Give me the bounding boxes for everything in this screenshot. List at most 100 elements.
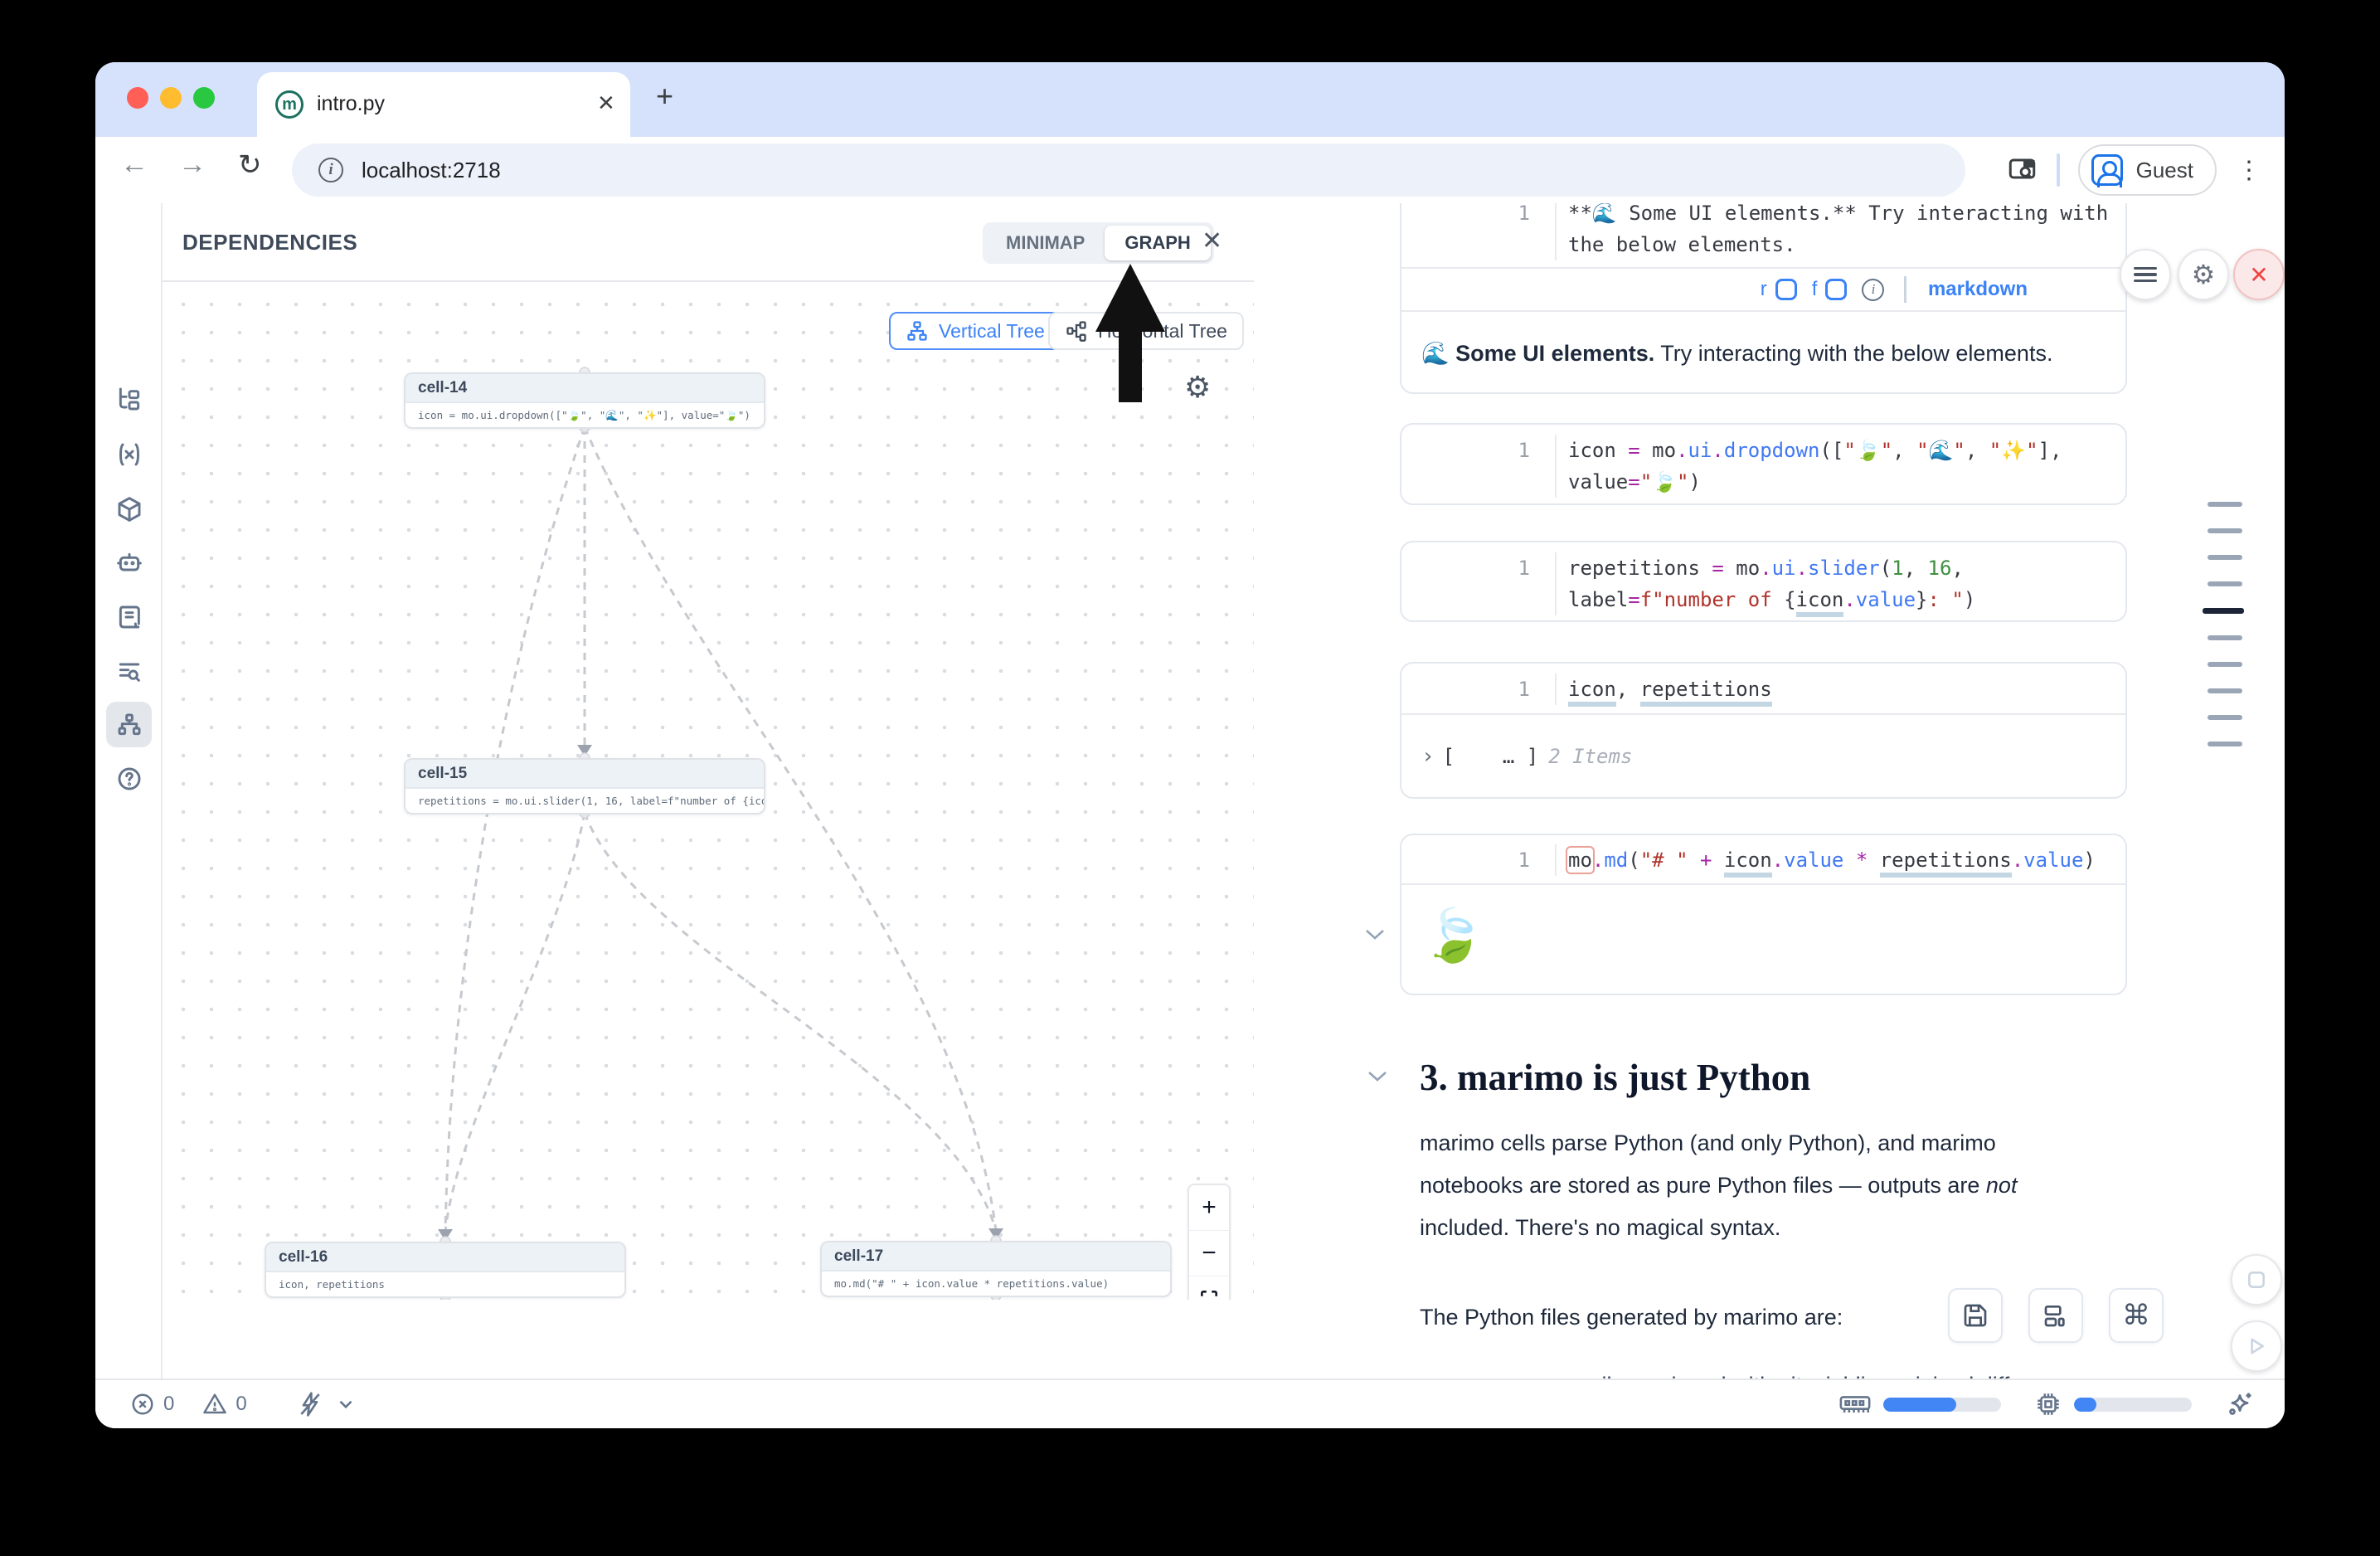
node-code: icon, repetitions: [266, 1272, 624, 1296]
code-cell-dropdown[interactable]: 1 icon = mo.ui.dropdown(["🍃", "🌊", "✨"],…: [1400, 423, 2127, 505]
notebook-menu-button[interactable]: [2120, 249, 2171, 300]
node-label: cell-14: [406, 374, 764, 403]
new-tab-button[interactable]: +: [656, 79, 673, 114]
markdown-cell[interactable]: 1 **🌊 Some UI elements.** Try interactin…: [1400, 203, 2127, 394]
code-cell-slider[interactable]: 1 repetitions = mo.ui.slider(1, 16, labe…: [1400, 541, 2127, 622]
minimap-outline[interactable]: [2208, 502, 2257, 768]
memory-usage-bar: [1883, 1398, 2001, 1412]
horizontal-tree-label: Horizontal Tree: [1098, 320, 1227, 343]
minimap-line[interactable]: [2203, 608, 2244, 614]
close-window-button[interactable]: [127, 87, 148, 109]
zoom-in-button[interactable]: +: [1189, 1185, 1229, 1231]
list-output[interactable]: › [ … ] 2 Items: [1401, 715, 2125, 798]
sidebar-item-variables[interactable]: [106, 431, 152, 477]
layout-toggle-button[interactable]: [2028, 1288, 2083, 1343]
panel-close-icon[interactable]: ✕: [1202, 226, 1222, 255]
minimap-line[interactable]: [2208, 555, 2242, 560]
section-chevron-icon[interactable]: [1365, 1069, 1390, 1086]
view-toggle: MINIMAP GRAPH: [983, 222, 1214, 264]
minimap-line[interactable]: [2208, 715, 2242, 720]
dependencies-panel: DEPENDENCIES MINIMAP GRAPH ✕: [163, 203, 1254, 1379]
tab-minimap[interactable]: MINIMAP: [986, 226, 1105, 260]
minimap-line[interactable]: [2208, 528, 2242, 533]
graph-node-cell-16[interactable]: cell-16 icon, repetitions: [265, 1242, 626, 1298]
code-line: icon, repetitions: [1557, 673, 1772, 705]
node-code: mo.md("# " + icon.value * repetitions.va…: [822, 1272, 1170, 1296]
vertical-tree-button[interactable]: Vertical Tree: [889, 312, 1061, 350]
autorun-disabled-icon[interactable]: [297, 1391, 323, 1417]
section-heading: 3. marimo is just Python: [1420, 1056, 1810, 1099]
sidebar-item-snippets[interactable]: [106, 648, 152, 693]
code-line: repetitions = mo.ui.slider(1, 16,: [1557, 552, 1964, 584]
site-info-icon[interactable]: i: [318, 158, 343, 182]
menu-lines-icon: [2133, 264, 2158, 286]
status-bar: 0 0: [95, 1379, 2285, 1428]
profile-button[interactable]: Guest: [2078, 144, 2217, 196]
forward-button[interactable]: →: [178, 148, 206, 181]
browser-menu-icon[interactable]: ⋮: [2237, 156, 2261, 185]
sidebar-item-packages[interactable]: [106, 486, 152, 532]
markdown-toolbar: r f i markdown: [1401, 269, 2125, 310]
italic-not: not: [1986, 1173, 2018, 1198]
tab-graph[interactable]: GRAPH: [1105, 226, 1210, 260]
shutdown-button[interactable]: ✕: [2233, 249, 2285, 300]
graph-node-cell-17[interactable]: cell-17 mo.md("# " + icon.value * repeti…: [820, 1241, 1172, 1297]
dependency-graph-icon: [116, 712, 143, 738]
sidebar-item-help[interactable]: [106, 756, 152, 801]
minimap-line[interactable]: [2208, 742, 2242, 746]
reload-button[interactable]: ↻: [238, 148, 262, 182]
cpu-usage-bar: [2074, 1398, 2192, 1412]
stop-kernel-button[interactable]: [2231, 1254, 2282, 1306]
zoom-out-button[interactable]: −: [1189, 1231, 1229, 1276]
tab-close-icon[interactable]: ✕: [597, 90, 615, 116]
markdown-info-icon[interactable]: i: [1862, 279, 1884, 301]
warnings-icon[interactable]: [202, 1392, 227, 1417]
sidebar-item-ai-assistant[interactable]: [106, 540, 152, 586]
graph-settings-icon[interactable]: ⚙: [1184, 370, 1211, 405]
toggle-f-checkbox[interactable]: [1825, 279, 1847, 300]
sidebar-item-logs[interactable]: [106, 594, 152, 639]
graph-node-cell-14[interactable]: cell-14 icon = mo.ui.dropdown(["🍃", "🌊",…: [404, 372, 765, 429]
code-cell-momd[interactable]: 1 mo.md("# " + icon.value * repetitions.…: [1400, 834, 2127, 995]
fit-view-button[interactable]: [1189, 1276, 1229, 1300]
notebook-settings-button[interactable]: ⚙: [2178, 249, 2229, 300]
minimap-line[interactable]: [2208, 662, 2242, 667]
minimap-line[interactable]: [2208, 581, 2242, 586]
stop-icon: [2246, 1269, 2267, 1291]
profile-name: Guest: [2136, 158, 2193, 183]
notebook-area: 1 **🌊 Some UI elements.** Try interactin…: [1254, 203, 2285, 1379]
keyboard-shortcuts-button[interactable]: ⌘: [2109, 1288, 2164, 1343]
sidebar-item-dependency-graph[interactable]: [106, 702, 152, 747]
chevron-down-icon[interactable]: [335, 1393, 357, 1415]
back-button[interactable]: ←: [120, 148, 148, 181]
play-icon: [2246, 1335, 2267, 1357]
minimap-line[interactable]: [2208, 688, 2242, 693]
graph-zoom-controls: + −: [1188, 1184, 1231, 1300]
horizontal-tree-button[interactable]: Horizontal Tree: [1048, 312, 1244, 350]
graph-node-cell-15[interactable]: cell-15 repetitions = mo.ui.slider(1, 16…: [404, 758, 765, 814]
browser-tab[interactable]: m intro.py ✕: [257, 72, 630, 137]
robot-icon: [116, 550, 143, 576]
minimap-line[interactable]: [2208, 502, 2242, 507]
language-label[interactable]: markdown: [1928, 278, 2028, 301]
code-cell-tuple[interactable]: 1 icon, repetitions › [ … ] 2 Items: [1400, 662, 2127, 799]
minimap-line[interactable]: [2208, 635, 2242, 640]
code-line: mo.md("# " + icon.value * repetitions.va…: [1557, 844, 2096, 876]
divider: [2057, 153, 2060, 187]
sidebar-item-file-tree[interactable]: [106, 376, 152, 421]
fullscreen-window-button[interactable]: [193, 87, 215, 109]
ai-sparkle-icon[interactable]: [2225, 1389, 2255, 1419]
vertical-tree-icon: [906, 319, 929, 343]
run-all-button[interactable]: [2231, 1320, 2282, 1372]
save-button[interactable]: [1948, 1288, 2003, 1343]
node-code: icon = mo.ui.dropdown(["🍃", "🌊", "✨"], v…: [406, 403, 764, 427]
url-bar[interactable]: i localhost:2718: [292, 143, 1965, 197]
errors-icon[interactable]: [130, 1392, 155, 1417]
expand-chevron-icon[interactable]: ›: [1421, 744, 1435, 769]
toggle-r-checkbox[interactable]: [1775, 279, 1797, 300]
search-tabs-icon[interactable]: [2008, 156, 2038, 184]
graph-canvas[interactable]: Vertical Tree Horizontal Tree ⚙ cell-14 …: [163, 284, 1254, 1300]
minimize-window-button[interactable]: [160, 87, 182, 109]
code-line: value="🍃"): [1557, 466, 1701, 498]
collapse-chevron-icon[interactable]: [1362, 926, 1387, 943]
